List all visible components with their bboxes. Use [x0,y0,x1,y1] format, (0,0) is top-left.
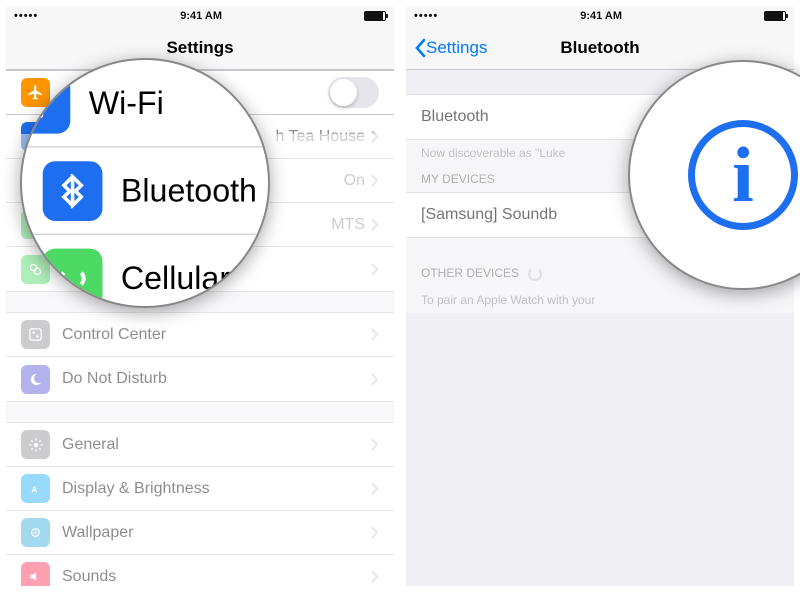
battery-icon [764,11,786,21]
chevron-right-icon [371,263,379,276]
pair-note: To pair an Apple Watch with your [406,287,794,313]
row-label: Wallpaper [62,524,371,542]
display-icon: A [21,474,50,503]
sounds-icon [21,562,50,586]
row-display-brightness[interactable]: A Display & Brightness [6,467,394,511]
lens-row-cellular: Cellular [22,235,270,308]
status-bar: ••••• 9:41 AM [6,6,394,26]
battery-icon [364,11,386,21]
row-detail: MTS [331,216,365,234]
row-detail: On [344,172,365,190]
chevron-left-icon [414,38,426,58]
lens-row-wifi: Wi-Fi [22,60,270,147]
chevron-right-icon [371,174,379,187]
chevron-right-icon [371,218,379,231]
nav-title: Bluetooth [560,38,639,58]
info-icon: i [688,120,798,230]
row-label: Control Center [62,326,371,344]
wifi-icon [20,73,70,133]
chevron-right-icon [371,130,379,143]
row-label: General [62,436,371,454]
chevron-right-icon [371,438,379,451]
chevron-right-icon [371,373,379,386]
signal-dots-icon: ••••• [14,10,38,22]
row-label: Display & Brightness [62,480,371,498]
row-label: Do Not Disturb [62,370,371,388]
bluetooth-icon [43,161,103,221]
lens-label: Wi-Fi [89,85,164,122]
row-general[interactable]: General [6,423,394,467]
gear-icon [21,430,50,459]
other-devices-label: OTHER DEVICES [421,266,519,280]
back-button[interactable]: Settings [414,38,487,58]
status-time: 9:41 AM [580,10,622,22]
cellular-icon [43,249,103,308]
status-time: 9:41 AM [180,10,222,22]
chevron-right-icon [371,526,379,539]
row-detail: h Tea House [275,128,365,146]
nav-title: Settings [166,38,233,58]
lens-label: Cellular [121,260,230,297]
svg-text:A: A [31,485,37,494]
chevron-right-icon [371,570,379,583]
row-label: Sounds [62,568,371,586]
lens-row-bluetooth: Bluetooth [22,147,270,234]
moon-icon [21,365,50,394]
spinner-icon [528,267,542,281]
control-center-icon [21,320,50,349]
wallpaper-icon [21,518,50,547]
airplane-toggle[interactable] [328,77,379,108]
lens-label: Bluetooth [121,172,257,209]
row-sounds[interactable]: Sounds [6,555,394,586]
row-control-center[interactable]: Control Center [6,313,394,357]
chevron-right-icon [371,328,379,341]
row-do-not-disturb[interactable]: Do Not Disturb [6,357,394,401]
row-wallpaper[interactable]: Wallpaper [6,511,394,555]
signal-dots-icon: ••••• [414,10,438,22]
status-bar: ••••• 9:41 AM [406,6,794,26]
back-label: Settings [426,38,487,58]
chevron-right-icon [371,482,379,495]
magnifier-settings-rows: Wi-Fi Bluetooth Cellular [20,58,270,308]
